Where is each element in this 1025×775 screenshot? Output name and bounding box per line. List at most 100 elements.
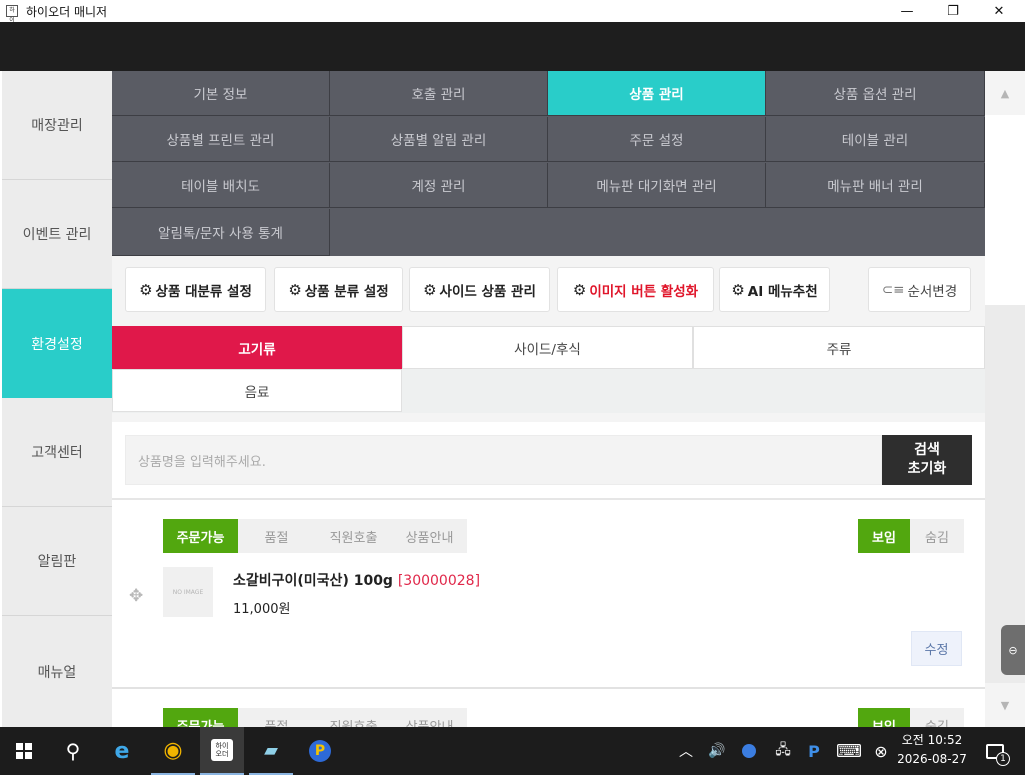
tab-table-management[interactable]: 테이블 관리: [766, 117, 985, 162]
tab-product-alert-management[interactable]: 상품별 알림 관리: [330, 117, 548, 162]
volume-icon[interactable]: 🔊: [705, 727, 729, 775]
notes-app-icon[interactable]: ▰: [249, 727, 293, 775]
tab-account-management[interactable]: 계정 관리: [330, 163, 548, 208]
reorder-icon: ⊂≡: [881, 281, 905, 298]
category-tab-side-dessert[interactable]: 사이드/후식: [402, 326, 693, 369]
remote-panel-handle-icon[interactable]: ⊖: [1001, 625, 1025, 675]
product-thumbnail: NO IMAGE: [163, 567, 213, 617]
gear-icon: ⚙: [423, 280, 437, 299]
search-label: 검색: [914, 442, 940, 458]
status-info-option[interactable]: 상품안내: [392, 519, 467, 553]
tab-basic-info[interactable]: 기본 정보: [112, 71, 330, 116]
tray-close-icon[interactable]: ⊗: [870, 727, 892, 775]
product-search-input[interactable]: 상품명을 입력해주세요.: [125, 435, 882, 485]
category-tab-meat[interactable]: 고기류: [112, 326, 402, 369]
product-price: 11,000원: [233, 602, 291, 617]
tab-order-settings[interactable]: 주문 설정: [548, 117, 766, 162]
product-name-text: 소갈비구이(미국산) 100g: [233, 573, 393, 589]
hiorder-app-icon[interactable]: 하이 오더: [200, 727, 244, 775]
tab-product-management[interactable]: 상품 관리: [548, 71, 766, 116]
status-soldout-option[interactable]: 품절: [238, 519, 315, 553]
gear-icon: ⚙: [288, 280, 302, 299]
category-tab-beverage[interactable]: 음료: [112, 369, 402, 412]
clock[interactable]: 오전 10:52 2026-08-27: [896, 731, 968, 769]
visibility-hide-option[interactable]: 숨김: [910, 708, 964, 728]
search-icon[interactable]: ⚲: [50, 727, 96, 775]
scroll-down-icon[interactable]: ▼: [985, 683, 1025, 727]
maximize-button[interactable]: ❐: [930, 0, 976, 22]
scrollbar-track[interactable]: [985, 115, 1025, 305]
status-available-option[interactable]: 주문가능: [163, 519, 238, 553]
tray-app-icon[interactable]: [738, 727, 760, 775]
visibility-show-option[interactable]: 보임: [858, 708, 910, 727]
network-icon[interactable]: 🖧: [771, 727, 795, 775]
tab-menu-banner-management[interactable]: 메뉴판 배너 관리: [766, 163, 985, 208]
toolbar: ⚙ 상품 대분류 설정 ⚙ 상품 분류 설정 ⚙ 사이드 상품 관리 ⚙ 이미지…: [112, 256, 985, 326]
minimize-button[interactable]: —: [884, 0, 930, 22]
sidebar-item-settings[interactable]: 환경설정: [2, 289, 112, 398]
chrome-icon[interactable]: ◉: [151, 727, 195, 775]
image-button-activate-button[interactable]: ⚙ 이미지 버튼 활성화: [557, 267, 714, 312]
p-app-logo: P: [309, 740, 331, 762]
status-staff-call-option[interactable]: 직원호출: [315, 708, 392, 728]
category-tab-liquor[interactable]: 주류: [693, 326, 985, 369]
tab-message-statistics[interactable]: 알림톡/문자 사용 통계: [112, 209, 330, 256]
drag-handle-icon[interactable]: ✥: [129, 586, 143, 606]
hiorder-app-logo: 하이 오더: [211, 739, 233, 761]
clock-time: 오전 10:52: [901, 733, 963, 747]
gear-icon: ⚙: [572, 280, 587, 299]
start-button[interactable]: [0, 727, 48, 775]
tab-call-management[interactable]: 호출 관리: [330, 71, 548, 116]
p-tray-icon[interactable]: P: [804, 727, 824, 775]
category-settings-label: 상품 분류 설정: [304, 283, 389, 300]
tab-product-option-management[interactable]: 상품 옵션 관리: [766, 71, 985, 116]
top-menu: 기본 정보 호출 관리 상품 관리 상품 옵션 관리 상품별 프린트 관리 상품…: [112, 71, 985, 256]
status-staff-call-option[interactable]: 직원호출: [315, 519, 392, 553]
status-available-option[interactable]: 주문가능: [163, 708, 238, 727]
windows-icon: [16, 743, 32, 759]
header-bar: [0, 22, 1025, 71]
status-soldout-option[interactable]: 품절: [238, 708, 315, 728]
sidebar-item-store-management[interactable]: 매장관리: [2, 71, 112, 180]
search-reset-button[interactable]: 검색 초기화: [882, 435, 972, 485]
tray-chevron-icon[interactable]: ︿: [676, 727, 696, 775]
gear-icon: ⚙: [731, 280, 745, 299]
product-name: 소갈비구이(미국산) 100g [30000028]: [233, 570, 480, 590]
visibility-hide-option[interactable]: 숨김: [910, 519, 964, 553]
product-card: 주문가능 품절 직원호출 상품안내 보임 숨김: [112, 689, 985, 727]
visibility-toggle: 보임 숨김: [858, 519, 964, 553]
category-settings-button[interactable]: ⚙ 상품 분류 설정: [274, 267, 403, 312]
tray-app-badge: [742, 744, 756, 758]
sidebar-item-notice-board[interactable]: 알림판: [2, 507, 112, 616]
sidebar-item-event-management[interactable]: 이벤트 관리: [2, 180, 112, 289]
keyboard-icon[interactable]: ⌨: [834, 727, 864, 775]
tab-table-layout[interactable]: 테이블 배치도: [112, 163, 330, 208]
taskbar: ⚲ e ◉ 하이 오더 ▰ P ︿ 🔊 🖧 P ⌨ ⊗ 오전 10:52 202…: [0, 727, 1025, 775]
visibility-show-option[interactable]: 보임: [858, 519, 910, 553]
sidebar-item-customer-center[interactable]: 고객센터: [2, 398, 112, 507]
sidebar: 매장관리 이벤트 관리 환경설정 고객센터 알림판 매뉴얼: [2, 71, 112, 727]
notification-box: 1: [986, 743, 1010, 766]
edge-icon[interactable]: e: [100, 727, 144, 775]
category-tabs: 고기류 사이드/후식 주류 음료: [112, 326, 985, 413]
ai-menu-recommend-label: AI 메뉴추천: [747, 283, 818, 300]
image-button-activate-label: 이미지 버튼 활성화: [589, 283, 699, 300]
close-button[interactable]: ✕: [976, 0, 1022, 22]
scroll-up-icon[interactable]: ▲: [985, 71, 1025, 115]
tab-product-print-management[interactable]: 상품별 프린트 관리: [112, 117, 330, 162]
reset-label: 초기화: [907, 461, 947, 477]
status-info-option[interactable]: 상품안내: [392, 708, 467, 728]
major-category-settings-button[interactable]: ⚙ 상품 대분류 설정: [125, 267, 266, 312]
sidebar-item-manual[interactable]: 매뉴얼: [2, 616, 112, 727]
tab-menu-standby-screen[interactable]: 메뉴판 대기화면 관리: [548, 163, 766, 208]
p-app-icon[interactable]: P: [298, 727, 342, 775]
window-title: 하이오더 매니저: [26, 4, 108, 19]
notification-icon[interactable]: 1: [980, 727, 1010, 775]
side-product-management-button[interactable]: ⚙ 사이드 상품 관리: [409, 267, 550, 312]
ai-menu-recommend-button[interactable]: ⚙ AI 메뉴추천: [719, 267, 830, 312]
edit-button[interactable]: 수정: [911, 631, 962, 666]
side-product-management-label: 사이드 상품 관리: [439, 283, 536, 300]
gear-icon: ⚙: [139, 280, 153, 299]
reorder-button[interactable]: ⊂≡ 순서변경: [868, 267, 971, 312]
app-icon: 하이: [6, 5, 18, 24]
